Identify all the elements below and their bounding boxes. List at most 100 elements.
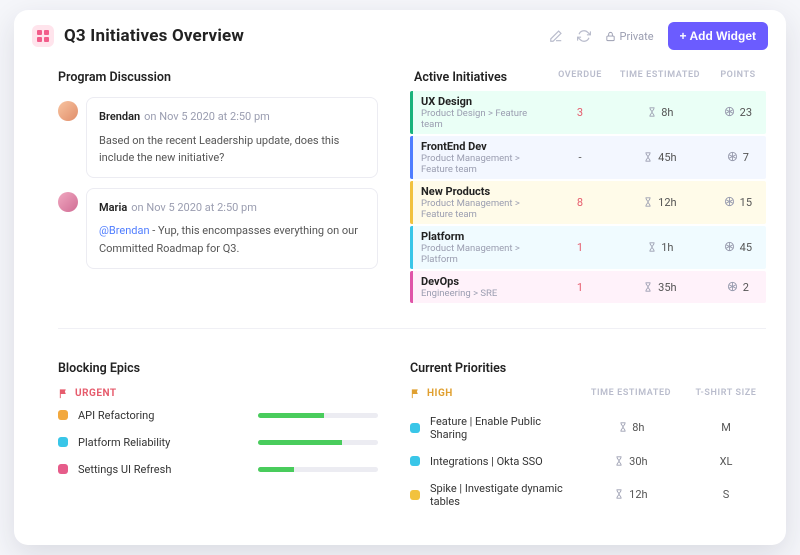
message-bubble: Maria on Nov 5 2020 at 2:50 pm @Brendan - … <box>86 188 378 269</box>
message-body: Based on the recent Leadership update, d… <box>99 132 365 167</box>
initiative-path: Product Management > Feature team <box>421 198 550 220</box>
flag-icon <box>410 388 421 399</box>
color-swatch <box>410 490 420 500</box>
divider <box>58 328 766 329</box>
col-time-estimated: TIME ESTIMATED <box>610 70 710 85</box>
discussion-message[interactable]: Maria on Nov 5 2020 at 2:50 pm @Brendan - … <box>58 188 378 269</box>
active-initiatives-panel: Active Initiatives OVERDUE TIME ESTIMATE… <box>400 56 786 328</box>
table-header: Active Initiatives OVERDUE TIME ESTIMATE… <box>410 70 766 91</box>
tshirt-size: XL <box>686 455 766 468</box>
initiative-name: UX Design <box>421 95 550 108</box>
add-widget-button[interactable]: + Add Widget <box>668 22 768 50</box>
priority-row[interactable]: Spike | Investigate dynamic tables 12h S <box>410 482 766 508</box>
priority-flag-high: HIGH <box>410 388 576 399</box>
points: 7 <box>710 151 766 164</box>
time-estimated: 8h <box>610 106 710 119</box>
points: 45 <box>710 241 766 254</box>
author: Brendan <box>99 110 140 123</box>
initiative-path: Product Management > Platform <box>421 243 550 265</box>
current-priorities-panel: Current Priorities HIGH TIME ESTIMATED T… <box>400 347 786 545</box>
col-time-estimated: TIME ESTIMATED <box>576 388 686 409</box>
epic-name: Settings UI Refresh <box>78 463 248 476</box>
color-swatch <box>58 410 68 420</box>
initiative-path: Product Management > Feature team <box>421 153 550 175</box>
priority-name: Integrations | Okta SSO <box>430 455 576 468</box>
priority-row[interactable]: Feature | Enable Public Sharing 8h M <box>410 415 766 441</box>
flag-label: URGENT <box>75 388 117 399</box>
priority-name: Feature | Enable Public Sharing <box>430 415 576 441</box>
time-estimated: 12h <box>576 488 686 501</box>
overdue-count: 1 <box>550 281 610 294</box>
initiative-row[interactable]: PlatformProduct Management > Platform 1 … <box>410 226 766 269</box>
overdue-count: - <box>550 151 610 164</box>
initiative-row[interactable]: FrontEnd DevProduct Management > Feature… <box>410 136 766 179</box>
epic-row[interactable]: API Refactoring <box>58 409 378 422</box>
progress-bar <box>258 467 378 472</box>
color-swatch <box>410 456 420 466</box>
initiative-name: Platform <box>421 230 550 243</box>
timestamp: on Nov 5 2020 at 2:50 pm <box>131 201 257 214</box>
avatar <box>58 192 78 212</box>
initiative-row[interactable]: New ProductsProduct Management > Feature… <box>410 181 766 224</box>
flag-icon <box>58 388 69 399</box>
col-tshirt-size: T-SHIRT SIZE <box>686 388 766 409</box>
epic-row[interactable]: Settings UI Refresh <box>58 463 378 476</box>
color-swatch <box>58 437 68 447</box>
time-estimated: 8h <box>576 421 686 434</box>
author: Maria <box>99 201 127 214</box>
overdue-count: 3 <box>550 106 610 119</box>
table-header: HIGH TIME ESTIMATED T-SHIRT SIZE <box>410 388 766 415</box>
tshirt-size: S <box>686 488 766 501</box>
privacy-label: Private <box>620 30 654 43</box>
refresh-icon[interactable] <box>577 29 591 43</box>
panel-title: Active Initiatives <box>414 70 507 85</box>
epic-name: API Refactoring <box>78 409 248 422</box>
header: Q3 Initiatives Overview Private + Add Wi… <box>14 10 786 56</box>
privacy-indicator[interactable]: Private <box>605 30 654 43</box>
time-estimated: 45h <box>610 151 710 164</box>
blocking-epics-panel: Blocking Epics URGENT API Refactoring Pl… <box>14 347 400 545</box>
time-estimated: 12h <box>610 196 710 209</box>
progress-bar <box>258 440 378 445</box>
tshirt-size: M <box>686 421 766 434</box>
panel-title: Blocking Epics <box>58 361 378 376</box>
dashboard-card: Q3 Initiatives Overview Private + Add Wi… <box>14 10 786 545</box>
points: 15 <box>710 196 766 209</box>
priority-flag-urgent: URGENT <box>58 388 378 399</box>
priority-name: Spike | Investigate dynamic tables <box>430 482 576 508</box>
initiative-path: Engineering > SRE <box>421 288 550 299</box>
points: 23 <box>710 106 766 119</box>
panel-title: Program Discussion <box>58 70 378 85</box>
panel-title: Current Priorities <box>410 361 766 376</box>
points: 2 <box>710 281 766 294</box>
dashboard-icon <box>32 25 54 47</box>
initiative-name: New Products <box>421 185 550 198</box>
discussion-message[interactable]: Brendan on Nov 5 2020 at 2:50 pm Based on … <box>58 97 378 178</box>
lock-icon <box>605 31 616 42</box>
overdue-count: 1 <box>550 241 610 254</box>
initiative-row[interactable]: DevOpsEngineering > SRE 1 35h 2 <box>410 271 766 303</box>
flag-label: HIGH <box>427 388 453 399</box>
col-points: POINTS <box>710 70 766 85</box>
initiative-name: FrontEnd Dev <box>421 140 550 153</box>
priority-row[interactable]: Integrations | Okta SSO 30h XL <box>410 455 766 468</box>
program-discussion-panel: Program Discussion Brendan on Nov 5 2020 … <box>14 56 400 328</box>
overdue-count: 8 <box>550 196 610 209</box>
progress-bar <box>258 413 378 418</box>
initiative-name: DevOps <box>421 275 550 288</box>
edit-icon[interactable] <box>549 29 563 43</box>
epic-row[interactable]: Platform Reliability <box>58 436 378 449</box>
time-estimated: 1h <box>610 241 710 254</box>
initiative-row[interactable]: UX DesignProduct Design > Feature team 3… <box>410 91 766 134</box>
mention[interactable]: @Brendan <box>99 224 150 237</box>
initiative-path: Product Design > Feature team <box>421 108 550 130</box>
time-estimated: 30h <box>576 455 686 468</box>
message-body: @Brendan - Yup, this encompasses everyth… <box>99 222 365 257</box>
color-swatch <box>58 464 68 474</box>
col-overdue: OVERDUE <box>550 70 610 85</box>
timestamp: on Nov 5 2020 at 2:50 pm <box>144 110 270 123</box>
page-title: Q3 Initiatives Overview <box>64 26 244 46</box>
epic-name: Platform Reliability <box>78 436 248 449</box>
time-estimated: 35h <box>610 281 710 294</box>
color-swatch <box>410 423 420 433</box>
